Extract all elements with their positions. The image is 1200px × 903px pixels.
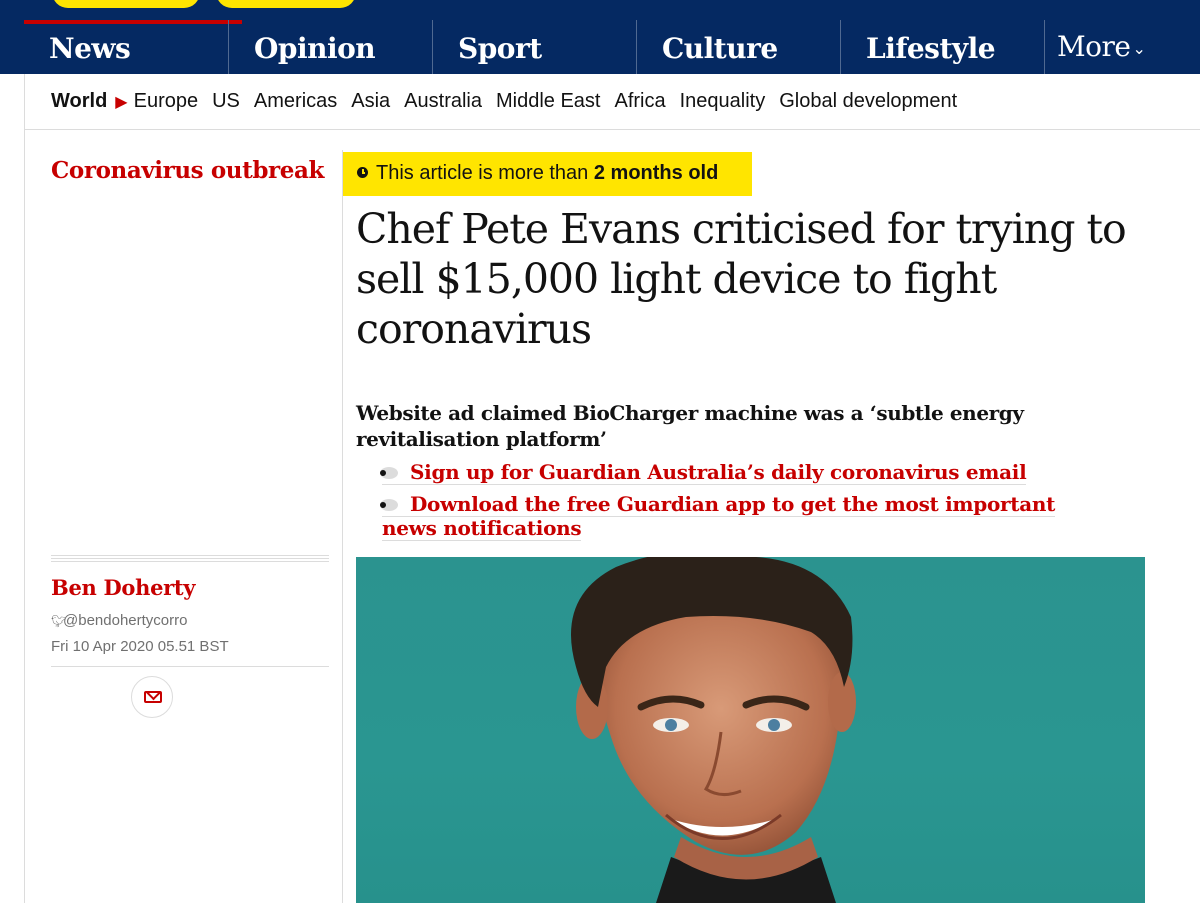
article-age-warning: This article is more than 2 months old <box>343 152 752 196</box>
bullet-icon <box>380 467 398 479</box>
article-standfirst: Website ad claimed BioCharger machine wa… <box>356 401 1024 451</box>
byline-top-rule <box>51 555 329 564</box>
column-divider <box>342 150 343 903</box>
pillar-culture[interactable]: Culture <box>636 20 840 74</box>
subscribe-button[interactable] <box>216 0 356 8</box>
pillar-sport[interactable]: Sport <box>432 20 636 74</box>
subnav-item-middle-east[interactable]: Middle East <box>496 90 601 113</box>
subnav-item-inequality[interactable]: Inequality <box>680 90 766 113</box>
app-download-link[interactable]: Download the free Guardian app to get th… <box>382 492 1055 541</box>
author-name[interactable]: Ben Doherty <box>51 575 196 600</box>
age-prefix: This article is more than <box>376 162 589 184</box>
pillar-lifestyle[interactable]: Lifestyle <box>840 20 1044 74</box>
subnav-current-world[interactable]: World <box>51 90 107 113</box>
newsletter-signup-link[interactable]: Sign up for Guardian Australia’s daily c… <box>382 460 1027 485</box>
top-navigation: News Opinion Sport Culture Lifestyle Mor… <box>0 0 1200 74</box>
related-links: Sign up for Guardian Australia’s daily c… <box>380 460 1062 548</box>
section-label[interactable]: Coronavirus outbreak <box>51 157 324 184</box>
support-button[interactable] <box>52 0 200 8</box>
subnav-item-global-development[interactable]: Global development <box>779 90 957 113</box>
hero-image <box>356 557 1145 903</box>
subnav-item-europe[interactable]: Europe <box>134 90 199 113</box>
byline-bottom-rule <box>51 666 329 667</box>
list-item: Download the free Guardian app to get th… <box>380 492 1062 541</box>
triangle-right-icon: ▶ <box>115 93 128 111</box>
chevron-down-icon: ⌄ <box>1132 39 1146 58</box>
section-subnav: World ▶ Europe US Americas Asia Australi… <box>24 74 1200 130</box>
subnav-item-americas[interactable]: Americas <box>254 90 337 113</box>
more-label: More <box>1057 30 1131 63</box>
author-twitter[interactable]: 🐦︎@bendohertycorro <box>51 612 187 629</box>
list-item: Sign up for Guardian Australia’s daily c… <box>380 460 1062 485</box>
subnav-item-asia[interactable]: Asia <box>351 90 390 113</box>
clock-icon <box>357 167 368 178</box>
subnav-item-us[interactable]: US <box>212 90 240 113</box>
article-headline: Chef Pete Evans criticised for trying to… <box>356 205 1127 353</box>
publish-date: Fri 10 Apr 2020 05.51 BST <box>51 638 229 655</box>
more-menu-button[interactable]: More ⌄ <box>1044 20 1146 74</box>
age-value: 2 months old <box>593 162 719 184</box>
left-divider <box>24 130 25 903</box>
bullet-icon <box>380 499 398 511</box>
twitter-icon: 🐦︎ <box>51 614 67 628</box>
portrait-photo <box>571 557 856 903</box>
subnav-item-africa[interactable]: Africa <box>614 90 665 113</box>
pillar-news[interactable]: News <box>24 20 228 74</box>
email-icon <box>144 691 162 703</box>
pillar-opinion[interactable]: Opinion <box>228 20 432 74</box>
twitter-handle: @bendohertycorro <box>63 612 188 629</box>
subnav-item-australia[interactable]: Australia <box>404 90 482 113</box>
share-email-button[interactable] <box>131 676 173 718</box>
pillar-nav: News Opinion Sport Culture Lifestyle Mor… <box>24 20 1200 74</box>
